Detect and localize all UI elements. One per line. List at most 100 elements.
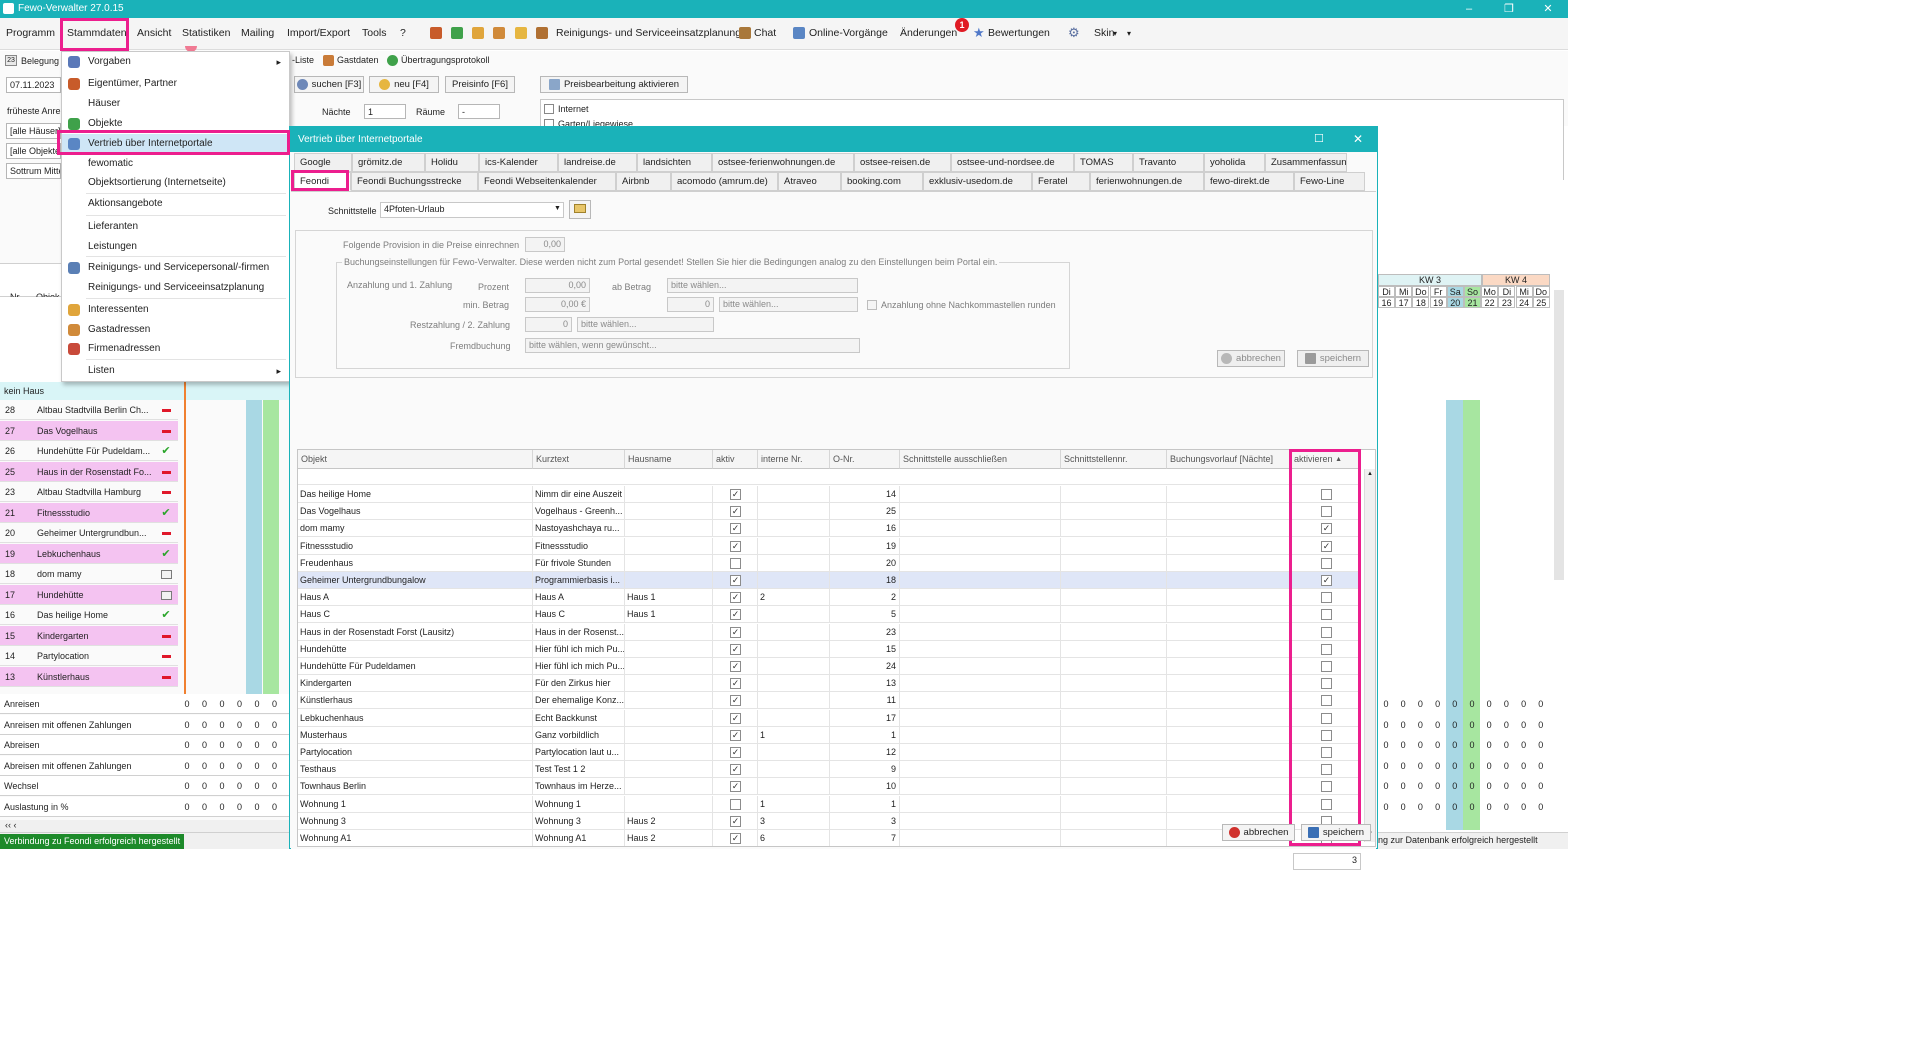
cell-schnittstelle-ausschliessen[interactable] [900, 675, 1061, 693]
table-row[interactable]: Freudenhaus Für frivole Stunden 20 [298, 554, 1361, 572]
cell-schnittstelle-ausschliessen[interactable] [900, 778, 1061, 796]
table-row[interactable]: Das Vogelhaus Vogelhaus - Greenh... ✓ 25 [298, 503, 1361, 521]
aktiv-checkbox[interactable]: ✓ [730, 643, 741, 655]
cell-buchungsvorlauf[interactable] [1167, 572, 1291, 589]
cell-schnittstelle-ausschliessen[interactable] [900, 640, 1061, 658]
cell-buchungsvorlauf[interactable] [1167, 795, 1291, 813]
preisinfo-button[interactable]: Preisinfo [F6] [445, 76, 515, 93]
aktiv-checkbox[interactable]: ✓ [730, 712, 741, 724]
aktiv-checkbox[interactable]: ✓ [730, 678, 741, 690]
aktiv-checkbox[interactable] [730, 557, 741, 569]
vertical-scrollbar[interactable] [1554, 290, 1564, 580]
rest-count-field[interactable]: 0 [525, 317, 572, 332]
dropdown-item[interactable]: Interessenten [62, 300, 289, 320]
calendar-date[interactable]: 24 [1515, 297, 1533, 308]
internet-checkbox[interactable] [544, 104, 554, 114]
haeuser-select[interactable]: [alle Häuser] [6, 123, 61, 139]
dropdown-item[interactable]: fewomatic [62, 154, 289, 174]
dropdown-item[interactable]: Listen ▸ [62, 361, 289, 381]
tab-portal[interactable]: landsichten [637, 153, 712, 172]
reinigung-button[interactable]: Reinigungs- und Serviceeinsatzplanung [556, 27, 741, 39]
aktiv-checkbox[interactable]: ✓ [730, 489, 741, 500]
uebertragung-tab[interactable]: Übertragungsprotokoll [401, 55, 490, 65]
cell-schnittstelle-ausschliessen[interactable] [900, 572, 1061, 589]
grid-column-header[interactable]: Objekt [298, 450, 533, 469]
tab-portal[interactable]: Travanto [1133, 153, 1204, 172]
table-row[interactable]: Fitnessstudio Fitnessstudio ✓ 19 ✓ [298, 537, 1361, 555]
cell-schnittstelle-ausschliessen[interactable] [900, 606, 1061, 624]
cell-schnittstellennr[interactable] [1061, 778, 1167, 796]
cell-schnittstellennr[interactable] [1061, 640, 1167, 658]
rest-select[interactable]: bitte wählen... [577, 317, 714, 332]
cell-schnittstelle-ausschliessen[interactable] [900, 623, 1061, 641]
table-row[interactable]: Partylocation Partylocation laut u... ✓ 12 [298, 744, 1361, 761]
cell-schnittstellennr[interactable] [1061, 606, 1167, 624]
list-item[interactable]: 23 Altbau Stadtvilla Hamburg [0, 482, 178, 502]
online-icon[interactable] [793, 27, 805, 39]
group-row[interactable]: kein Haus [0, 382, 290, 400]
table-row[interactable]: Kindergarten Für den Zirkus hier ✓ 13 [298, 675, 1361, 693]
cell-schnittstellennr[interactable] [1061, 675, 1167, 693]
prozent-field[interactable]: 0,00 [525, 278, 590, 293]
tab-portal[interactable]: TOMAS [1074, 153, 1133, 172]
grid-column-header[interactable]: Schnittstellennr. [1061, 450, 1167, 469]
dropdown-item[interactable]: Reinigungs- und Serviceeinsatzplanung [62, 278, 289, 298]
gastdaten-tab[interactable]: Gastdaten [337, 55, 379, 65]
provision-field[interactable]: 0,00 [525, 237, 565, 252]
tab-portal[interactable]: ferienwohnungen.de [1090, 172, 1204, 191]
calendar-date[interactable]: 20 [1446, 297, 1464, 308]
aktiv-checkbox[interactable]: ✓ [730, 729, 741, 741]
grid-column-header[interactable]: O-Nr. [830, 450, 900, 469]
cell-schnittstellennr[interactable] [1061, 744, 1167, 761]
calendar-date[interactable]: 25 [1532, 297, 1550, 308]
dropdown-item[interactable]: Leistungen [62, 237, 289, 257]
list-item[interactable]: 27 Das Vogelhaus [0, 420, 178, 441]
cell-buchungsvorlauf[interactable] [1167, 675, 1291, 693]
cell-buchungsvorlauf[interactable] [1167, 520, 1291, 538]
filter-row[interactable] [298, 469, 1361, 485]
date-field[interactable]: 07.11.2023 [6, 77, 61, 93]
dropdown-item[interactable]: Häuser [62, 94, 289, 114]
grid-column-header[interactable]: Schnittstelle ausschließen [900, 450, 1061, 469]
aktiv-checkbox[interactable]: ✓ [730, 833, 741, 844]
calendar-date[interactable]: 19 [1429, 297, 1447, 308]
close-dialog-button[interactable]: ✕ [1353, 127, 1363, 152]
grid-column-header[interactable]: Kurztext [533, 450, 625, 469]
cell-buchungsvorlauf[interactable] [1167, 761, 1291, 779]
fremd-select[interactable]: bitte wählen, wenn gewünscht... [525, 338, 860, 353]
abbrechen-button[interactable]: abbrechen [1222, 824, 1295, 841]
aktiv-checkbox[interactable]: ✓ [730, 781, 741, 793]
list-item[interactable]: 15 Kindergarten [0, 625, 178, 646]
calendar-date[interactable]: 22 [1481, 297, 1499, 308]
scroll-up-icon[interactable]: ▲ [1367, 471, 1373, 477]
tab-portal[interactable]: ostsee-und-nordsee.de [951, 153, 1074, 172]
dropdown-item[interactable]: Aktionsangebote [62, 194, 289, 214]
cell-schnittstellennr[interactable] [1061, 761, 1167, 779]
cell-schnittstellennr[interactable] [1061, 486, 1167, 503]
menu-mailing[interactable]: Mailing [241, 27, 274, 39]
list-item[interactable]: 19 Lebkuchenhaus ✔ [0, 543, 178, 564]
chat-button[interactable]: Chat [754, 27, 776, 39]
tab-portal[interactable]: Fewo-Line [1294, 172, 1365, 191]
calendar-date[interactable]: 21 [1464, 297, 1481, 308]
preisbearbeitung-button[interactable]: Preisbearbeitung aktivieren [540, 76, 688, 93]
grid-column-header[interactable]: Hausname [625, 450, 713, 469]
objekte-select[interactable]: [alle Objekte [6, 143, 61, 159]
list-item[interactable]: 28 Altbau Stadtvilla Berlin Ch... [0, 400, 178, 420]
cell-buchungsvorlauf[interactable] [1167, 589, 1291, 607]
naechte-field[interactable]: 1 [364, 104, 406, 119]
table-row[interactable]: Geheimer Untergrundbungalow Programmierba… [298, 572, 1361, 589]
aktiv-checkbox[interactable]: ✓ [730, 506, 741, 518]
table-row[interactable]: Haus C Haus C Haus 1 ✓ 5 [298, 606, 1361, 624]
aktiv-checkbox[interactable]: ✓ [730, 592, 741, 604]
tab-portal[interactable]: exklusiv-usedom.de [923, 172, 1032, 191]
dropdown-item[interactable]: Eigentümer, Partner [62, 74, 289, 94]
cell-schnittstelle-ausschliessen[interactable] [900, 503, 1061, 521]
skin-menu[interactable]: Skin [1094, 27, 1114, 39]
cell-schnittstelle-ausschliessen[interactable] [900, 726, 1061, 744]
cell-buchungsvorlauf[interactable] [1167, 744, 1291, 761]
cell-buchungsvorlauf[interactable] [1167, 537, 1291, 555]
table-row[interactable]: Testhaus Test Test 1 2 ✓ 9 [298, 761, 1361, 779]
table-row[interactable]: Das heilige Home Nimm dir eine Auszeit ✓ 14 [298, 486, 1361, 503]
dropdown-item[interactable]: Objektsortierung (Internetseite) [62, 173, 289, 193]
